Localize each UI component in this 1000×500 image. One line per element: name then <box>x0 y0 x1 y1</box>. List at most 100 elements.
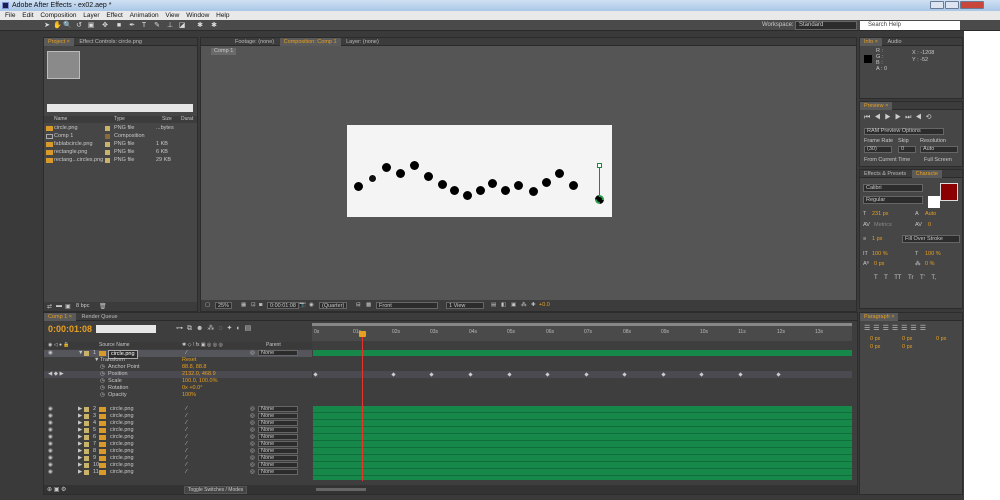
align-left-icon[interactable]: ☰ <box>864 325 873 332</box>
layer-duration-bars[interactable] <box>313 406 852 480</box>
parent-pickwhip-icon[interactable]: ◎ <box>250 441 255 448</box>
indent-right-value[interactable]: 0 px <box>902 336 912 342</box>
layer-name[interactable]: circle.png <box>110 413 134 420</box>
stroke-mode-select[interactable]: Fill Over Stroke <box>902 235 960 243</box>
align-center-icon[interactable]: ☰ <box>873 325 882 332</box>
menu-file[interactable]: File <box>5 12 15 19</box>
layer-row[interactable]: ◉ ▶ 4 circle.png ⁄ ◎ None <box>44 420 312 427</box>
layer-row[interactable]: ◉ ▶ 5 circle.png ⁄ ◎ None <box>44 427 312 434</box>
circle-layer[interactable] <box>555 169 564 178</box>
quality-switch-icon[interactable]: ⁄ <box>186 441 187 448</box>
layer-row[interactable]: ◉ ▶ 10 circle.png ⁄ ◎ None <box>44 462 312 469</box>
label-color-swatch[interactable] <box>84 470 89 475</box>
justify-center-icon[interactable]: ☰ <box>901 325 910 332</box>
keyframe[interactable] <box>429 372 434 377</box>
quality-switch-icon[interactable]: ⁄ <box>186 427 187 434</box>
motion-blur-icon[interactable]: ◌ <box>218 325 226 332</box>
toggle-switches-modes-button[interactable]: Toggle Switches / Modes <box>184 486 248 494</box>
stopwatch-icon[interactable]: ◷ <box>100 364 105 371</box>
menu-view[interactable]: View <box>165 12 179 19</box>
layer-row[interactable]: ◉ ▶ 7 circle.png ⁄ ◎ None <box>44 441 312 448</box>
circle-layer[interactable] <box>354 182 363 191</box>
stamp-tool-icon[interactable]: ⊥ <box>166 22 174 29</box>
layer-row[interactable]: ◉ ▶ 9 circle.png ⁄ ◎ None <box>44 455 312 462</box>
twirl-down-icon[interactable]: ▼ <box>78 350 83 357</box>
label-color-swatch[interactable] <box>84 463 89 468</box>
quality-switch-icon[interactable]: ⁄ <box>186 434 187 441</box>
layer-name[interactable]: circle.png <box>110 448 134 455</box>
twirl-down-icon[interactable]: ▼ <box>94 357 99 364</box>
resolution-select[interactable]: Auto <box>920 146 958 153</box>
parent-pickwhip-icon[interactable]: ◎ <box>250 434 255 441</box>
frame-rate-select[interactable]: (30) <box>864 146 892 153</box>
zoom-select[interactable]: 25% <box>215 302 233 309</box>
twirl-right-icon[interactable]: ▶ <box>78 448 82 455</box>
stopwatch-icon[interactable]: ◷ <box>100 392 105 399</box>
kerning-value[interactable]: Metrics <box>874 222 892 228</box>
first-frame-icon[interactable]: ⏮ <box>864 114 874 121</box>
tab-project[interactable]: Project × <box>44 38 74 46</box>
play-icon[interactable]: ▶ <box>885 114 895 121</box>
label-color-swatch[interactable] <box>84 414 89 419</box>
visibility-icon[interactable]: ◉ <box>48 469 53 476</box>
exposure-icon[interactable]: ✚ <box>531 300 536 311</box>
align-right-icon[interactable]: ☰ <box>883 325 892 332</box>
current-time-indicator[interactable] <box>362 331 363 481</box>
property-value[interactable]: 2132.0, 468.9 <box>182 371 216 378</box>
menu-composition[interactable]: Composition <box>40 12 76 19</box>
indent-first-value[interactable]: 0 px <box>936 336 946 342</box>
visibility-icon[interactable]: ◉ <box>48 434 53 441</box>
quality-switch-icon[interactable]: ⁄ <box>186 462 187 469</box>
layer-name[interactable]: circle.png <box>110 406 134 413</box>
type-tool-icon[interactable]: T <box>140 22 148 29</box>
col-source-name[interactable]: Source Name <box>99 342 130 349</box>
layer-name[interactable]: circle.png <box>110 427 134 434</box>
baseline-shift-value[interactable]: 0 px <box>874 261 884 267</box>
timeline-icon[interactable]: ▣ <box>511 300 516 311</box>
stopwatch-icon[interactable]: ◷ <box>100 385 105 392</box>
camera-tool-icon[interactable]: ▣ <box>87 22 95 29</box>
bpc-label[interactable]: 8 bpc <box>76 303 89 309</box>
visibility-icon[interactable]: ◉ <box>48 350 53 357</box>
tab-audio[interactable]: Audio <box>883 38 905 46</box>
tab-composition[interactable]: Composition: Comp 1 <box>279 38 341 46</box>
layer-name[interactable]: circle.png <box>110 420 134 427</box>
trash-icon[interactable]: 🗑 <box>99 303 107 310</box>
parent-select[interactable]: None <box>258 350 298 356</box>
tab-effects-presets[interactable]: Effects & Presets <box>860 170 910 178</box>
horizontal-scale-value[interactable]: 100 % <box>925 251 941 257</box>
layer-name[interactable]: circle.png <box>110 462 134 469</box>
keyframe[interactable] <box>507 372 512 377</box>
safe-areas-icon[interactable]: ▦ <box>241 300 246 311</box>
tab-footage[interactable]: Footage: (none) <box>231 38 278 46</box>
parent-pickwhip-icon[interactable]: ◎ <box>250 427 255 434</box>
motion-path-keyframe[interactable] <box>597 163 602 168</box>
transparency-grid-icon[interactable]: ▩ <box>366 300 371 311</box>
circle-layer[interactable] <box>514 181 523 190</box>
property-row[interactable]: ◷ Scale 100.0, 100.0% <box>44 378 312 385</box>
property-row[interactable]: ◷ Opacity 100% <box>44 392 312 399</box>
always-preview-icon[interactable]: ▢ <box>205 300 210 311</box>
menu-help[interactable]: Help <box>216 12 229 19</box>
project-item[interactable]: circle.png PNG file ...bytes <box>44 125 197 132</box>
layer-row[interactable]: ◉ ▶ 6 circle.png ⁄ ◎ None <box>44 434 312 441</box>
parent-select[interactable]: None <box>258 434 298 440</box>
parent-pickwhip-icon[interactable]: ◎ <box>250 406 255 413</box>
keyframe[interactable] <box>468 372 473 377</box>
col-type[interactable]: Type <box>114 116 125 123</box>
puppet-tool-icon[interactable]: ✱ <box>196 22 204 29</box>
circle-layer[interactable] <box>438 180 447 189</box>
parent-select[interactable]: None <box>258 406 298 412</box>
channel-icon[interactable]: ◉ <box>309 300 314 311</box>
layer-name[interactable]: circle.png <box>110 455 134 462</box>
twirl-right-icon[interactable]: ▶ <box>78 413 82 420</box>
keyframe[interactable] <box>699 372 704 377</box>
keyframe[interactable] <box>313 372 318 377</box>
view-layout-select[interactable]: 1 View <box>446 302 484 309</box>
parent-pickwhip-icon[interactable]: ◎ <box>250 448 255 455</box>
space-after-value[interactable]: 0 px <box>902 344 912 350</box>
comp-canvas[interactable] <box>347 125 612 217</box>
tracking-value[interactable]: 0 <box>928 222 931 228</box>
selected-circle-layer[interactable] <box>595 195 604 204</box>
font-size-value[interactable]: 231 px <box>872 211 889 217</box>
